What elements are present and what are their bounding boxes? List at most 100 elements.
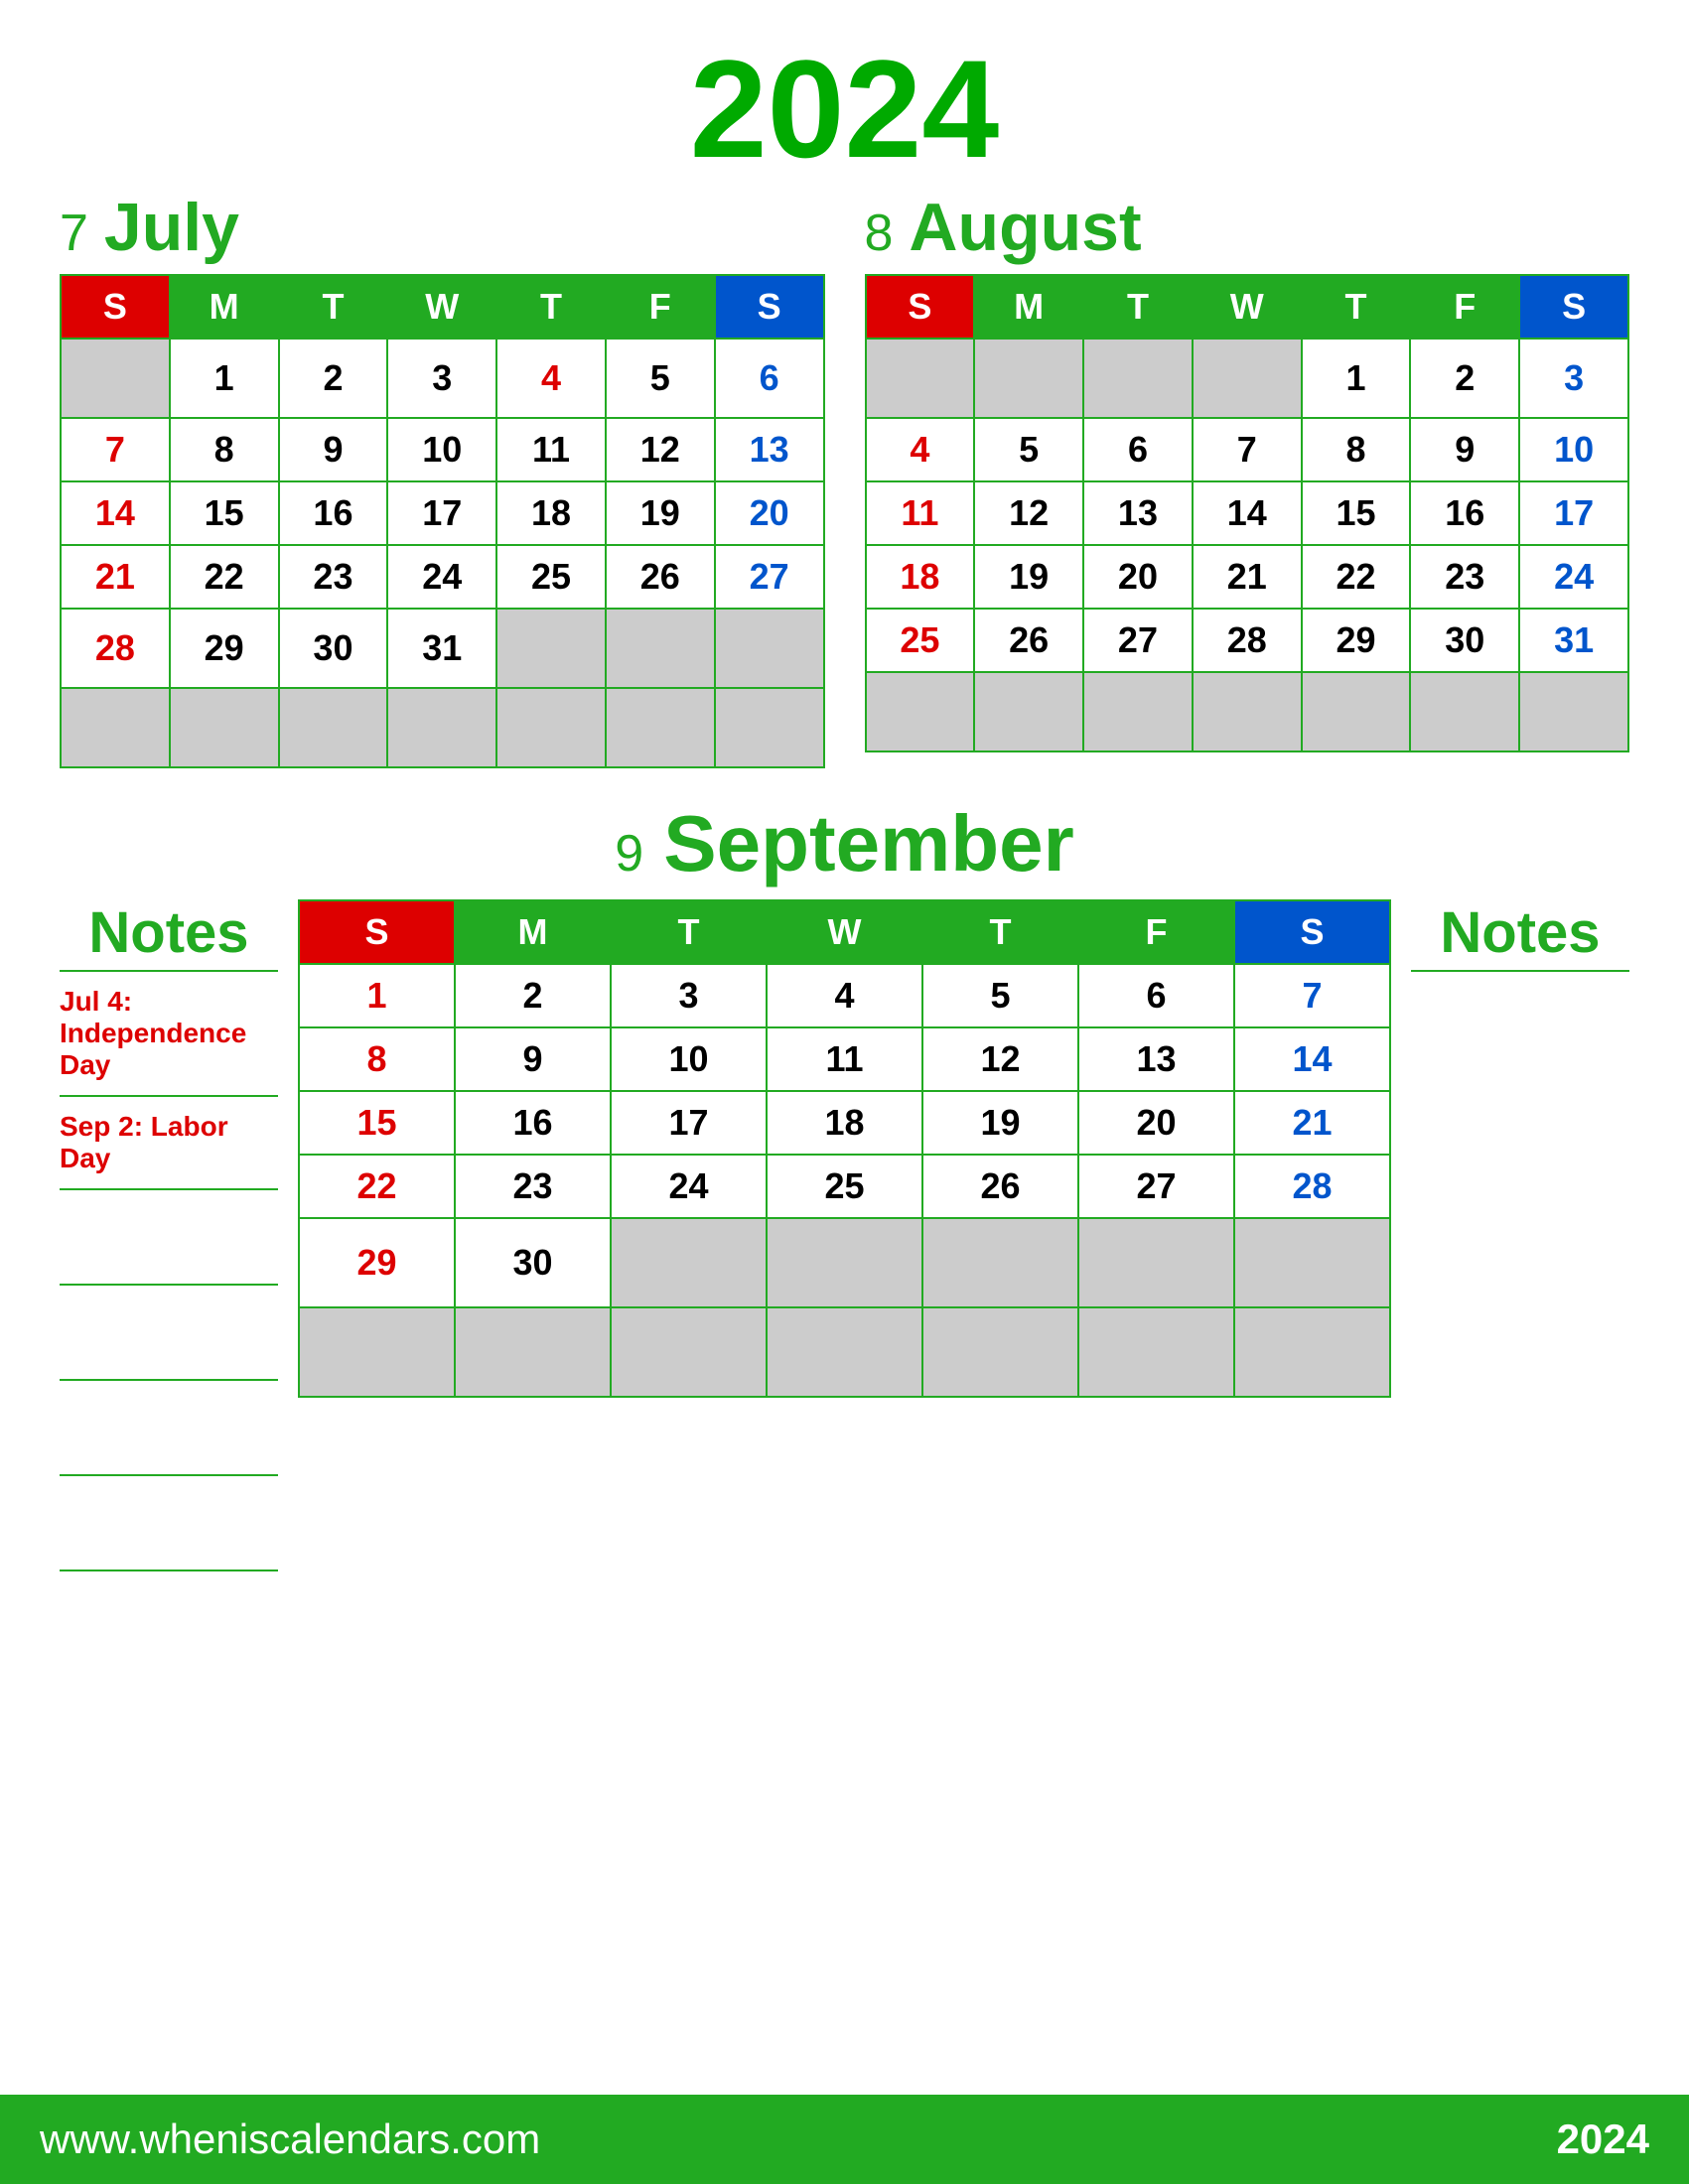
list-item: 28	[61, 609, 170, 688]
list-item: 26	[922, 1155, 1078, 1218]
list-item	[715, 688, 824, 767]
sep-content: Notes Jul 4: Independence DaySep 2: Labo…	[60, 899, 1629, 2184]
list-item: 14	[1193, 481, 1302, 545]
list-item	[866, 339, 975, 418]
july-th-thu: T	[496, 275, 606, 339]
list-item	[922, 1218, 1078, 1307]
list-item: 15	[299, 1091, 455, 1155]
list-item: 3	[1519, 339, 1628, 418]
list-item: 30	[455, 1218, 611, 1307]
list-item	[1078, 1218, 1234, 1307]
september-section: 9 September Notes Jul 4: Independence Da…	[60, 798, 1629, 2184]
table-row	[299, 1307, 1390, 1397]
list-item: 8	[170, 418, 279, 481]
sep-header-row: S M T W T F S	[299, 900, 1390, 964]
sep-num: 9	[615, 824, 643, 884]
list-item: 6	[1078, 964, 1234, 1027]
list-item: 5	[974, 418, 1083, 481]
list-item	[455, 1307, 611, 1397]
notes-right-divider	[1411, 970, 1629, 972]
july-name: July	[104, 189, 239, 266]
list-item: 7	[61, 418, 170, 481]
list-item: 20	[1083, 545, 1193, 609]
list-item	[1234, 1218, 1390, 1307]
top-calendars: 7 July S M T W T F S 1234567891011121	[60, 189, 1629, 768]
list-item: 10	[387, 418, 496, 481]
notes-left-section: Notes Jul 4: Independence DaySep 2: Labo…	[60, 899, 298, 2184]
july-th-fri: F	[606, 275, 715, 339]
table-row: 2930	[299, 1218, 1390, 1307]
list-item: 13	[1078, 1027, 1234, 1091]
list-item: 23	[1410, 545, 1519, 609]
table-row: 891011121314	[299, 1027, 1390, 1091]
list-item: 1	[170, 339, 279, 418]
notes-left-title: Notes	[60, 899, 278, 966]
list-item: 6	[715, 339, 824, 418]
list-item: 5	[922, 964, 1078, 1027]
august-th-sat: S	[1519, 275, 1628, 339]
table-row: 25262728293031	[866, 609, 1629, 672]
list-item	[170, 688, 279, 767]
list-item	[922, 1307, 1078, 1397]
list-item: 6	[1083, 418, 1193, 481]
table-row	[61, 688, 824, 767]
list-item: 4	[866, 418, 975, 481]
list-item: 2	[1410, 339, 1519, 418]
list-item	[974, 672, 1083, 751]
sep-body: 1234567891011121314151617181920212223242…	[299, 964, 1390, 1397]
july-header: 7 July	[60, 189, 825, 266]
notes-left-items: Jul 4: Independence DaySep 2: Labor Day	[60, 972, 278, 1571]
list-item: 13	[1083, 481, 1193, 545]
list-item	[387, 688, 496, 767]
table-row: 14151617181920	[61, 481, 824, 545]
august-th-thu: T	[1302, 275, 1411, 339]
list-item	[606, 609, 715, 688]
list-item: 30	[1410, 609, 1519, 672]
year-display: 2024	[60, 40, 1629, 179]
list-item: 9	[1410, 418, 1519, 481]
list-item	[1519, 672, 1628, 751]
list-item	[767, 1307, 922, 1397]
list-item: 21	[61, 545, 170, 609]
august-th-tue: T	[1083, 275, 1193, 339]
august-th-fri: F	[1410, 275, 1519, 339]
list-item: 27	[1078, 1155, 1234, 1218]
list-item: 29	[299, 1218, 455, 1307]
table-row: 11121314151617	[866, 481, 1629, 545]
list-item: 24	[611, 1155, 767, 1218]
note-item: Jul 4: Independence Day	[60, 972, 278, 1097]
august-header: 8 August	[865, 189, 1630, 266]
list-item: 24	[1519, 545, 1628, 609]
list-item: 3	[611, 964, 767, 1027]
august-th-wed: W	[1193, 275, 1302, 339]
list-item	[299, 1307, 455, 1397]
august-section: 8 August S M T W T F S 12345678910111	[865, 189, 1630, 768]
september-calendar: S M T W T F S 12345678910111213141516171…	[298, 899, 1391, 2184]
list-item: 27	[1083, 609, 1193, 672]
list-item: 11	[866, 481, 975, 545]
list-item	[974, 339, 1083, 418]
august-num: 8	[865, 204, 894, 263]
list-item: 26	[974, 609, 1083, 672]
list-item: 7	[1234, 964, 1390, 1027]
sep-th-tue: T	[611, 900, 767, 964]
list-item: 21	[1234, 1091, 1390, 1155]
list-item: 30	[279, 609, 388, 688]
list-item: 13	[715, 418, 824, 481]
list-item: 9	[279, 418, 388, 481]
table-row	[866, 672, 1629, 751]
list-item	[715, 609, 824, 688]
september-header: 9 September	[60, 798, 1629, 889]
list-item: 11	[496, 418, 606, 481]
list-item: 27	[715, 545, 824, 609]
note-item	[60, 1190, 278, 1286]
list-item: 7	[1193, 418, 1302, 481]
list-item	[61, 339, 170, 418]
table-row: 28293031	[61, 609, 824, 688]
list-item: 23	[279, 545, 388, 609]
list-item: 12	[922, 1027, 1078, 1091]
list-item: 18	[496, 481, 606, 545]
note-item	[60, 1381, 278, 1476]
list-item: 19	[922, 1091, 1078, 1155]
page: 2024 7 July S M T W T F S	[0, 0, 1689, 2184]
